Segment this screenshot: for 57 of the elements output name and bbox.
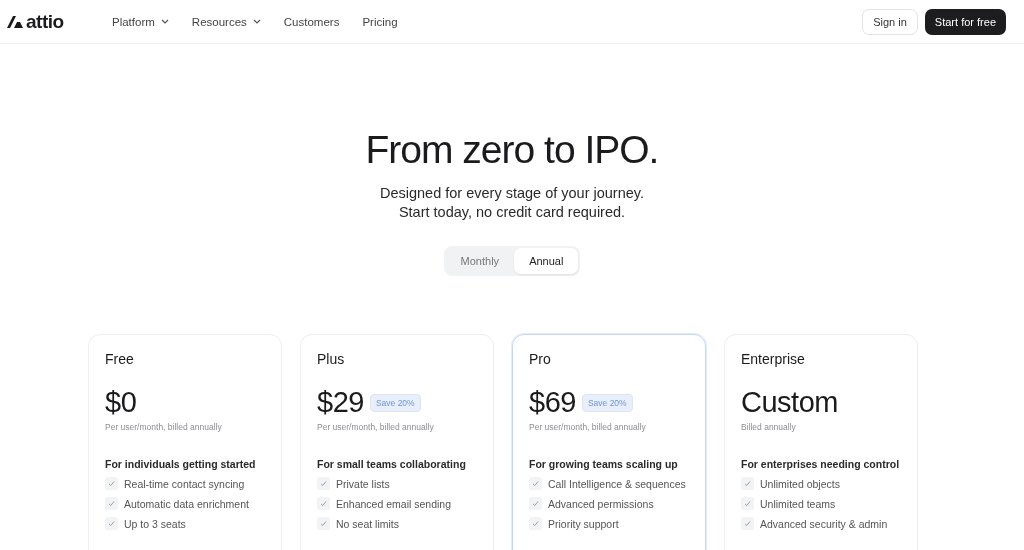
- check-icon: [529, 477, 542, 490]
- hero-subtitle: Designed for every stage of your journey.: [379, 184, 645, 203]
- hero-subtitle: Start today, no credit card required.: [398, 203, 626, 222]
- feature-text: Real-time contact syncing: [124, 477, 245, 490]
- feature-text: Automatic data enrichment: [124, 497, 249, 510]
- nav-link[interactable]: Platform: [112, 15, 169, 28]
- plan-tagline: For growing teams scaling up: [529, 458, 679, 470]
- check-icon: [741, 517, 754, 530]
- chevron-icon: [252, 19, 261, 24]
- feature-text: Unlimited objects: [760, 477, 840, 490]
- check-icon: [105, 497, 118, 510]
- feature-text: No seat limits: [336, 517, 399, 530]
- plan-price: $0: [105, 386, 137, 419]
- sign-in-button[interactable]: Sign in: [862, 8, 918, 35]
- check-icon: [105, 477, 118, 490]
- discount-badge: Save 20%: [581, 393, 633, 412]
- nav-link[interactable]: Resources: [191, 15, 261, 28]
- billing-note: Per user/month, billed annually: [105, 422, 223, 432]
- logo-text[interactable]: attio: [26, 10, 64, 33]
- chevron-icon: [160, 19, 169, 24]
- plan-price: Custom: [741, 386, 838, 419]
- billing-option[interactable]: Monthly: [445, 248, 515, 274]
- feature-text: Up to 3 seats: [124, 517, 186, 530]
- plan-price: $29: [317, 386, 364, 419]
- billing-note: Per user/month, billed annually: [317, 422, 435, 432]
- plan-tagline: For enterprises needing control: [741, 458, 901, 470]
- nav-link[interactable]: Customers: [283, 15, 340, 28]
- check-icon: [105, 517, 118, 530]
- plan-tagline: For small teams collaborating: [317, 458, 467, 470]
- check-icon: [529, 497, 542, 510]
- feature-text: Advanced permissions: [548, 497, 654, 510]
- feature-text: Call Intelligence & sequences: [548, 477, 686, 490]
- plan-name: Enterprise: [741, 351, 806, 367]
- billing-option[interactable]: Annual: [514, 248, 579, 274]
- feature-text: Priority support: [548, 517, 619, 530]
- nav-link[interactable]: Pricing: [362, 15, 398, 28]
- plan-name: Plus: [317, 351, 346, 367]
- plan-price: $69: [529, 386, 576, 419]
- plan-tagline: For individuals getting started: [105, 458, 257, 470]
- hero-title: From zero to IPO.: [365, 128, 659, 172]
- check-icon: [317, 497, 330, 510]
- logo-icon: [6, 13, 24, 30]
- check-icon: [741, 497, 754, 510]
- check-icon: [529, 517, 542, 530]
- plan-name: Free: [105, 351, 135, 367]
- feature-text: Private lists: [336, 477, 390, 490]
- billing-note: Per user/month, billed annually: [529, 422, 647, 432]
- feature-text: Unlimited teams: [760, 497, 836, 510]
- discount-badge: Save 20%: [369, 393, 421, 412]
- billing-note: Billed annually: [741, 422, 797, 432]
- feature-text: Advanced security & admin: [760, 517, 888, 530]
- plan-name: Pro: [529, 351, 552, 367]
- feature-text: Enhanced email sending: [336, 497, 451, 510]
- check-icon: [317, 517, 330, 530]
- check-icon: [317, 477, 330, 490]
- check-icon: [741, 477, 754, 490]
- start-button[interactable]: Start for free: [924, 8, 1006, 35]
